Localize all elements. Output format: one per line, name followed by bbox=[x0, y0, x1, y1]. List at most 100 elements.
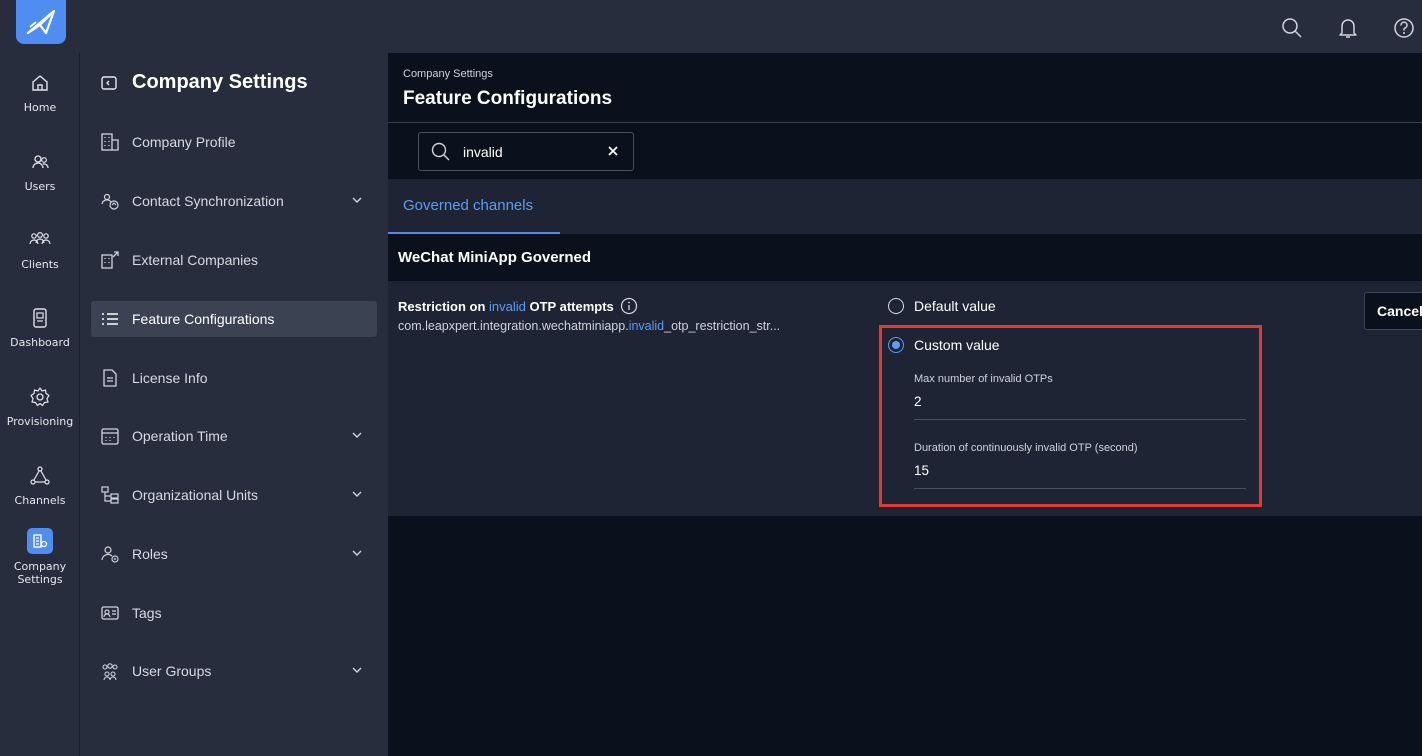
info-icon[interactable] bbox=[620, 297, 638, 315]
config-name-match: invalid bbox=[489, 298, 526, 314]
org-units-icon bbox=[101, 486, 119, 504]
building-icon bbox=[101, 133, 119, 151]
chevron-down-icon bbox=[352, 550, 362, 556]
max-invalid-otps-field: Max number of invalid OTPs bbox=[914, 373, 1246, 420]
external-companies-icon bbox=[101, 251, 119, 269]
search-button[interactable] bbox=[1274, 10, 1310, 46]
config-key-suffix: _otp_restriction_str... bbox=[664, 319, 781, 333]
sidebar-item-label: Roles bbox=[132, 546, 168, 562]
dashboard-icon bbox=[33, 308, 47, 328]
cancel-button[interactable]: Cancel bbox=[1364, 292, 1422, 330]
sidebar-item-user-groups[interactable]: User Groups bbox=[91, 653, 377, 689]
search-icon bbox=[431, 142, 450, 160]
rail-label: Provisioning bbox=[6, 415, 74, 428]
group-heading: WeChat MiniApp Governed bbox=[388, 234, 1422, 281]
channels-icon bbox=[30, 466, 50, 485]
sidebar-header: Company Settings bbox=[100, 71, 308, 94]
sidebar-item-external-companies[interactable]: External Companies bbox=[91, 242, 377, 278]
app-logo[interactable] bbox=[16, 0, 66, 44]
rail-item-dashboard[interactable]: Dashboard bbox=[0, 306, 80, 372]
nav-rail: Home Users Clients Dashboard Provisionin… bbox=[0, 53, 80, 756]
search-input[interactable] bbox=[463, 143, 583, 160]
chevron-down-icon bbox=[352, 432, 362, 438]
sidebar-item-organizational-units[interactable]: Organizational Units bbox=[91, 477, 377, 513]
roles-icon bbox=[101, 546, 119, 563]
config-key-prefix: com.leapxpert.integration.wechatminiapp. bbox=[398, 319, 629, 333]
max-invalid-otps-input[interactable] bbox=[914, 394, 1246, 420]
search-box[interactable] bbox=[418, 132, 634, 171]
help-button[interactable] bbox=[1386, 10, 1422, 46]
sidebar-item-label: User Groups bbox=[132, 663, 212, 679]
config-key: com.leapxpert.integration.wechatminiapp.… bbox=[398, 319, 853, 333]
header-divider bbox=[388, 122, 1422, 123]
sidebar-item-label: Organizational Units bbox=[132, 487, 259, 503]
calendar-icon bbox=[101, 428, 119, 445]
sidebar-title: Company Settings bbox=[132, 71, 308, 93]
notifications-button[interactable] bbox=[1330, 10, 1366, 46]
rail-item-clients[interactable]: Clients bbox=[0, 228, 80, 294]
rail-item-users[interactable]: Users bbox=[0, 150, 80, 216]
main-content: Company Settings Feature Configurations … bbox=[388, 53, 1422, 756]
sidebar-item-operation-time[interactable]: Operation Time bbox=[91, 418, 377, 454]
list-icon bbox=[102, 313, 118, 325]
config-name: Restriction on invalid OTP attempts bbox=[398, 297, 638, 315]
invalid-otp-duration-field: Duration of continuously invalid OTP (se… bbox=[914, 442, 1246, 489]
rail-label: Channels bbox=[14, 494, 66, 507]
custom-value-label: Custom value bbox=[914, 337, 1000, 353]
clients-icon bbox=[29, 231, 51, 245]
contact-sync-icon bbox=[101, 193, 119, 210]
rail-label: Company Settings bbox=[13, 560, 67, 586]
tab-governed-channels[interactable]: Governed channels bbox=[388, 179, 560, 234]
settings-sidebar: Company Settings Company Profile Contact… bbox=[80, 53, 388, 756]
sidebar-item-license-info[interactable]: License Info bbox=[91, 360, 377, 396]
rail-item-channels[interactable]: Channels bbox=[0, 464, 80, 530]
sidebar-item-tags[interactable]: Tags bbox=[91, 595, 377, 631]
chevron-down-icon bbox=[352, 197, 362, 203]
bell-icon bbox=[1339, 19, 1357, 38]
gear-icon bbox=[30, 387, 50, 407]
custom-value-option[interactable]: Custom value bbox=[888, 337, 1000, 353]
paper-plane-logo-icon bbox=[26, 9, 56, 35]
rail-label: Dashboard bbox=[10, 336, 70, 349]
radio-default[interactable] bbox=[888, 298, 904, 314]
page-title: Feature Configurations bbox=[403, 88, 613, 109]
sidebar-item-feature-configurations[interactable]: Feature Configurations bbox=[91, 301, 377, 337]
rail-label: Clients bbox=[21, 258, 59, 271]
tab-bar: Governed channels bbox=[388, 179, 1422, 234]
sidebar-item-label: External Companies bbox=[132, 252, 259, 268]
breadcrumb[interactable]: Company Settings bbox=[403, 68, 493, 80]
sidebar-item-label: Tags bbox=[132, 605, 162, 621]
default-value-option[interactable]: Default value bbox=[888, 298, 996, 314]
company-settings-icon bbox=[33, 534, 48, 548]
sidebar-item-label: License Info bbox=[132, 370, 208, 386]
radio-custom[interactable] bbox=[888, 337, 904, 353]
config-key-match: invalid bbox=[628, 319, 665, 333]
rail-item-provisioning[interactable]: Provisioning bbox=[0, 385, 80, 451]
sidebar-item-label: Contact Synchronization bbox=[132, 193, 284, 209]
sidebar-item-label: Feature Configurations bbox=[132, 311, 275, 327]
config-name-prefix: Restriction on bbox=[398, 298, 490, 314]
close-icon[interactable] bbox=[607, 145, 619, 157]
collapse-sidebar-icon[interactable] bbox=[100, 74, 118, 92]
field-label: Duration of continuously invalid OTP (se… bbox=[914, 442, 1138, 454]
field-label: Max number of invalid OTPs bbox=[914, 373, 1053, 385]
sidebar-item-company-profile[interactable]: Company Profile bbox=[91, 124, 377, 160]
default-value-label: Default value bbox=[914, 298, 996, 314]
rail-item-company-settings[interactable]: Company Settings bbox=[0, 528, 80, 594]
rail-label: Home bbox=[23, 101, 57, 114]
sidebar-item-contact-synchronization[interactable]: Contact Synchronization bbox=[91, 183, 377, 219]
rail-item-home[interactable]: Home bbox=[0, 71, 80, 137]
home-icon bbox=[32, 75, 48, 91]
help-icon bbox=[1394, 18, 1414, 38]
chevron-down-icon bbox=[352, 491, 362, 497]
user-groups-icon bbox=[102, 663, 118, 681]
sidebar-item-label: Operation Time bbox=[132, 428, 228, 444]
invalid-otp-duration-input[interactable] bbox=[914, 463, 1246, 489]
search-icon bbox=[1282, 18, 1302, 38]
top-bar bbox=[0, 0, 1422, 53]
sidebar-item-label: Company Profile bbox=[132, 134, 236, 150]
sidebar-item-roles[interactable]: Roles bbox=[91, 536, 377, 572]
chevron-down-icon bbox=[352, 667, 362, 673]
rail-label: Users bbox=[24, 180, 56, 193]
tag-icon bbox=[101, 606, 119, 620]
